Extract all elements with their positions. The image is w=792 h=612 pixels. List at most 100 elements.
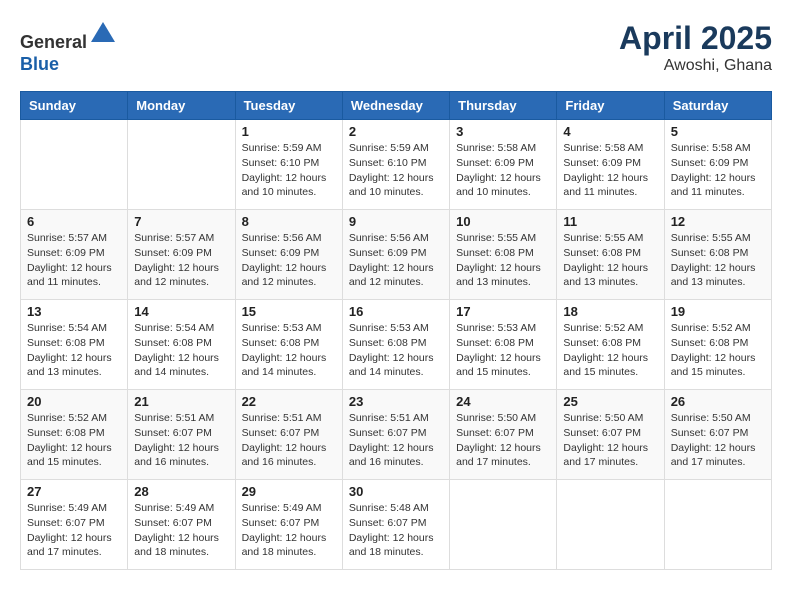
day-info: Sunrise: 5:51 AM Sunset: 6:07 PM Dayligh… xyxy=(242,411,336,470)
day-info: Sunrise: 5:50 AM Sunset: 6:07 PM Dayligh… xyxy=(671,411,765,470)
day-number: 25 xyxy=(563,394,657,409)
day-number: 23 xyxy=(349,394,443,409)
calendar-cell: 7Sunrise: 5:57 AM Sunset: 6:09 PM Daylig… xyxy=(128,210,235,300)
calendar-cell: 5 Sunrise: 5:58 AM Sunset: 6:09 PM Daylig… xyxy=(664,120,771,210)
calendar-cell: 19 Sunrise: 5:52 AM Sunset: 6:08 PM Dayli… xyxy=(664,300,771,390)
day-info: Sunrise: 5:52 AM Sunset: 6:08 PM Dayligh… xyxy=(563,321,657,380)
calendar-cell: 15Sunrise: 5:53 AM Sunset: 6:08 PM Dayli… xyxy=(235,300,342,390)
calendar-cell: 8 Sunrise: 5:56 AM Sunset: 6:09 PM Daylig… xyxy=(235,210,342,300)
calendar-week-row: 27 Sunrise: 5:49 AM Sunset: 6:07 PM Dayli… xyxy=(21,480,772,570)
calendar-week-row: 13Sunrise: 5:54 AM Sunset: 6:08 PM Dayli… xyxy=(21,300,772,390)
day-info: Sunrise: 5:59 AM Sunset: 6:10 PM Dayligh… xyxy=(349,141,443,200)
day-info: Sunrise: 5:51 AM Sunset: 6:07 PM Dayligh… xyxy=(134,411,228,470)
calendar-cell: 18 Sunrise: 5:52 AM Sunset: 6:08 PM Dayli… xyxy=(557,300,664,390)
calendar-cell: 27 Sunrise: 5:49 AM Sunset: 6:07 PM Dayli… xyxy=(21,480,128,570)
day-info: Sunrise: 5:52 AM Sunset: 6:08 PM Dayligh… xyxy=(27,411,121,470)
day-info: Sunrise: 5:57 AM Sunset: 6:09 PM Dayligh… xyxy=(134,231,228,290)
day-number: 6 xyxy=(27,214,121,229)
calendar-cell: 17 Sunrise: 5:53 AM Sunset: 6:08 PM Dayli… xyxy=(450,300,557,390)
calendar-cell: 2 Sunrise: 5:59 AM Sunset: 6:10 PM Daylig… xyxy=(342,120,449,210)
day-info: Sunrise: 5:49 AM Sunset: 6:07 PM Dayligh… xyxy=(242,501,336,560)
logo: General Blue xyxy=(20,20,117,75)
weekday-header-thursday: Thursday xyxy=(450,92,557,120)
calendar-cell: 23 Sunrise: 5:51 AM Sunset: 6:07 PM Dayli… xyxy=(342,390,449,480)
day-number: 2 xyxy=(349,124,443,139)
logo-blue: Blue xyxy=(20,54,59,74)
month-title: April 2025 xyxy=(619,20,772,57)
weekday-header-tuesday: Tuesday xyxy=(235,92,342,120)
day-number: 11 xyxy=(563,214,657,229)
day-info: Sunrise: 5:56 AM Sunset: 6:09 PM Dayligh… xyxy=(242,231,336,290)
day-number: 22 xyxy=(242,394,336,409)
calendar-cell: 22 Sunrise: 5:51 AM Sunset: 6:07 PM Dayli… xyxy=(235,390,342,480)
day-info: Sunrise: 5:54 AM Sunset: 6:08 PM Dayligh… xyxy=(27,321,121,380)
day-info: Sunrise: 5:53 AM Sunset: 6:08 PM Dayligh… xyxy=(456,321,550,380)
day-number: 20 xyxy=(27,394,121,409)
calendar-cell xyxy=(664,480,771,570)
day-info: Sunrise: 5:49 AM Sunset: 6:07 PM Dayligh… xyxy=(27,501,121,560)
day-number: 3 xyxy=(456,124,550,139)
calendar-cell xyxy=(557,480,664,570)
calendar-week-row: 6 Sunrise: 5:57 AM Sunset: 6:09 PM Daylig… xyxy=(21,210,772,300)
day-number: 15 xyxy=(242,304,336,319)
calendar-cell: 11 Sunrise: 5:55 AM Sunset: 6:08 PM Dayli… xyxy=(557,210,664,300)
day-number: 12 xyxy=(671,214,765,229)
day-info: Sunrise: 5:56 AM Sunset: 6:09 PM Dayligh… xyxy=(349,231,443,290)
day-info: Sunrise: 5:51 AM Sunset: 6:07 PM Dayligh… xyxy=(349,411,443,470)
calendar-cell: 28 Sunrise: 5:49 AM Sunset: 6:07 PM Dayli… xyxy=(128,480,235,570)
day-number: 16 xyxy=(349,304,443,319)
calendar-cell: 4 Sunrise: 5:58 AM Sunset: 6:09 PM Daylig… xyxy=(557,120,664,210)
day-info: Sunrise: 5:58 AM Sunset: 6:09 PM Dayligh… xyxy=(456,141,550,200)
calendar-cell: 12Sunrise: 5:55 AM Sunset: 6:08 PM Dayli… xyxy=(664,210,771,300)
day-number: 27 xyxy=(27,484,121,499)
day-number: 18 xyxy=(563,304,657,319)
calendar-cell: 16 Sunrise: 5:53 AM Sunset: 6:08 PM Dayli… xyxy=(342,300,449,390)
day-info: Sunrise: 5:54 AM Sunset: 6:08 PM Dayligh… xyxy=(134,321,228,380)
day-info: Sunrise: 5:49 AM Sunset: 6:07 PM Dayligh… xyxy=(134,501,228,560)
day-number: 28 xyxy=(134,484,228,499)
calendar-cell: 29Sunrise: 5:49 AM Sunset: 6:07 PM Dayli… xyxy=(235,480,342,570)
logo-general: General xyxy=(20,32,87,52)
calendar-cell: 14Sunrise: 5:54 AM Sunset: 6:08 PM Dayli… xyxy=(128,300,235,390)
weekday-header-friday: Friday xyxy=(557,92,664,120)
day-info: Sunrise: 5:53 AM Sunset: 6:08 PM Dayligh… xyxy=(349,321,443,380)
weekday-header-monday: Monday xyxy=(128,92,235,120)
day-number: 10 xyxy=(456,214,550,229)
day-number: 1 xyxy=(242,124,336,139)
calendar-cell: 24Sunrise: 5:50 AM Sunset: 6:07 PM Dayli… xyxy=(450,390,557,480)
day-info: Sunrise: 5:58 AM Sunset: 6:09 PM Dayligh… xyxy=(671,141,765,200)
calendar-cell: 10 Sunrise: 5:55 AM Sunset: 6:08 PM Dayli… xyxy=(450,210,557,300)
day-number: 19 xyxy=(671,304,765,319)
day-info: Sunrise: 5:52 AM Sunset: 6:08 PM Dayligh… xyxy=(671,321,765,380)
day-info: Sunrise: 5:55 AM Sunset: 6:08 PM Dayligh… xyxy=(456,231,550,290)
day-number: 8 xyxy=(242,214,336,229)
day-number: 30 xyxy=(349,484,443,499)
day-info: Sunrise: 5:55 AM Sunset: 6:08 PM Dayligh… xyxy=(563,231,657,290)
weekday-header-row: SundayMondayTuesdayWednesdayThursdayFrid… xyxy=(21,92,772,120)
calendar-cell xyxy=(450,480,557,570)
calendar-cell: 1 Sunrise: 5:59 AM Sunset: 6:10 PM Daylig… xyxy=(235,120,342,210)
calendar-week-row: 20 Sunrise: 5:52 AM Sunset: 6:08 PM Dayli… xyxy=(21,390,772,480)
calendar-cell: 21 Sunrise: 5:51 AM Sunset: 6:07 PM Dayli… xyxy=(128,390,235,480)
calendar-cell: 20 Sunrise: 5:52 AM Sunset: 6:08 PM Dayli… xyxy=(21,390,128,480)
calendar-cell: 30 Sunrise: 5:48 AM Sunset: 6:07 PM Dayli… xyxy=(342,480,449,570)
day-number: 21 xyxy=(134,394,228,409)
day-number: 5 xyxy=(671,124,765,139)
day-number: 9 xyxy=(349,214,443,229)
title-block: April 2025 Awoshi, Ghana xyxy=(619,20,772,75)
day-info: Sunrise: 5:57 AM Sunset: 6:09 PM Dayligh… xyxy=(27,231,121,290)
calendar-table: SundayMondayTuesdayWednesdayThursdayFrid… xyxy=(20,91,772,570)
logo-icon xyxy=(89,20,117,48)
day-info: Sunrise: 5:58 AM Sunset: 6:09 PM Dayligh… xyxy=(563,141,657,200)
day-number: 4 xyxy=(563,124,657,139)
day-info: Sunrise: 5:59 AM Sunset: 6:10 PM Dayligh… xyxy=(242,141,336,200)
day-info: Sunrise: 5:48 AM Sunset: 6:07 PM Dayligh… xyxy=(349,501,443,560)
page-header: General Blue April 2025 Awoshi, Ghana xyxy=(20,20,772,75)
calendar-cell: 3 Sunrise: 5:58 AM Sunset: 6:09 PM Daylig… xyxy=(450,120,557,210)
weekday-header-sunday: Sunday xyxy=(21,92,128,120)
calendar-week-row: 1 Sunrise: 5:59 AM Sunset: 6:10 PM Daylig… xyxy=(21,120,772,210)
calendar-cell: 6 Sunrise: 5:57 AM Sunset: 6:09 PM Daylig… xyxy=(21,210,128,300)
day-number: 17 xyxy=(456,304,550,319)
calendar-cell xyxy=(21,120,128,210)
calendar-cell xyxy=(128,120,235,210)
